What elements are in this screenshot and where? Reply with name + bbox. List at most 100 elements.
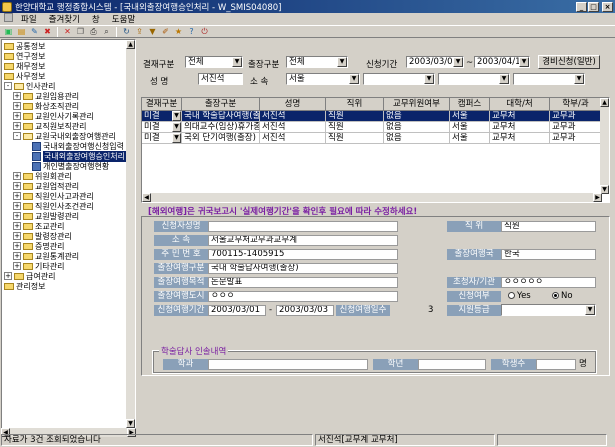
grid-column-header[interactable]: 성명 xyxy=(260,98,326,111)
applicant-field[interactable] xyxy=(208,221,398,232)
trip-category-field[interactable]: 국내 학술답사여행(출장) xyxy=(208,263,398,274)
date-to-input[interactable]: 2003/04/10 ▼ xyxy=(474,56,530,68)
table-row[interactable]: 미결 ▼ 국외 단기여행(출장) 서진석 직원 없음 서울 교무처 교무과 xyxy=(142,133,602,144)
chevron-down-icon[interactable]: ▼ xyxy=(172,111,181,121)
menu-help[interactable]: 도움말 xyxy=(106,13,141,25)
exit-icon[interactable]: ⏻ xyxy=(199,26,210,37)
bookmark-icon[interactable]: ★ xyxy=(173,26,184,37)
tree-vertical-scrollbar[interactable]: ▲ ▼ xyxy=(126,40,135,428)
table-cell[interactable]: 교무처 xyxy=(490,111,550,122)
print-icon[interactable]: ⎙ xyxy=(88,26,99,37)
expand-icon[interactable]: + xyxy=(13,172,21,180)
trip-city-field[interactable]: ㅇㅇㅇ xyxy=(208,291,398,302)
tree-item[interactable]: + 교원통계관리 xyxy=(13,251,79,261)
position-field[interactable]: 직원 xyxy=(501,221,596,232)
table-cell[interactable]: 교무과 xyxy=(550,122,602,133)
tree-item[interactable]: + 위원회관리 xyxy=(13,171,72,181)
support-grade-select[interactable]: ▼ xyxy=(501,304,596,316)
tree-item[interactable]: + 교직원보직관리 xyxy=(13,121,87,131)
search-icon[interactable]: ⌕ xyxy=(101,26,112,37)
tree-item[interactable]: + 교원업적관리 xyxy=(13,181,79,191)
table-cell[interactable]: 국내 학술답사여행(출장) xyxy=(182,111,260,122)
grid-column-header[interactable]: 교무위원여부 xyxy=(384,98,450,111)
calendar-dropdown-icon[interactable]: ▼ xyxy=(519,57,529,67)
table-cell[interactable]: 없음 xyxy=(384,111,450,122)
help-icon[interactable]: ? xyxy=(186,26,197,37)
chevron-down-icon[interactable]: ▼ xyxy=(585,305,595,315)
minimize-button[interactable]: _ xyxy=(576,1,587,12)
radio-selected-icon[interactable] xyxy=(552,292,559,299)
chevron-down-icon[interactable]: ▼ xyxy=(337,57,347,67)
tree-item[interactable]: + 교원발령관리 xyxy=(13,211,79,221)
edit-icon[interactable]: ✐ xyxy=(160,26,171,37)
chevron-down-icon[interactable]: ▼ xyxy=(424,74,434,84)
chevron-down-icon[interactable]: ▼ xyxy=(232,57,242,67)
table-cell[interactable]: 직원 xyxy=(326,122,384,133)
host-field[interactable]: ㅇㅇㅇㅇㅇ xyxy=(501,277,596,288)
chevron-down-icon[interactable]: ▼ xyxy=(499,74,509,84)
pencil-icon[interactable]: ✎ xyxy=(29,26,40,37)
section-select[interactable]: ▼ xyxy=(513,73,585,85)
table-cell[interactable]: 서울 xyxy=(450,133,490,144)
trip-type-select[interactable]: 전체 ▼ xyxy=(286,56,348,68)
menu-favorites[interactable]: 즐겨찾기 xyxy=(43,13,86,25)
expand-icon[interactable]: + xyxy=(13,262,21,270)
department-select[interactable]: ▼ xyxy=(438,73,510,85)
chevron-down-icon[interactable]: ▼ xyxy=(172,122,181,132)
table-cell[interactable]: 서진석 xyxy=(260,111,326,122)
tree-item[interactable]: + 직원인사조건관리 xyxy=(13,201,94,211)
student-count-field[interactable] xyxy=(536,359,576,370)
table-row[interactable]: 미결 ▼의대교수(임상)휴가중 국서진석 직원 없음 서울 교무처 교무과 xyxy=(142,122,602,133)
chevron-down-icon[interactable]: ▼ xyxy=(349,74,359,84)
new-icon[interactable]: ▣ xyxy=(3,26,14,37)
menu-file[interactable]: 파일 xyxy=(15,13,43,25)
table-cell[interactable]: 서울 xyxy=(450,111,490,122)
close-button[interactable]: × xyxy=(602,1,613,12)
collapse-icon[interactable]: - xyxy=(13,132,21,140)
tree-item[interactable]: 연구정보 xyxy=(4,51,45,61)
tree-item[interactable]: + 화상조직관리 xyxy=(13,101,79,111)
calendar-dropdown-icon[interactable]: ▼ xyxy=(453,57,463,67)
table-cell[interactable]: 직원 xyxy=(326,133,384,144)
trip-period-to-field[interactable]: 2003/03/03 xyxy=(276,305,334,316)
table-cell[interactable]: 없음 xyxy=(384,122,450,133)
table-cell[interactable]: 국외 단기여행(출장) xyxy=(182,133,260,144)
dept-select[interactable]: 서울 ▼ xyxy=(286,73,360,85)
tree-item[interactable]: + 직원인사고과관리 xyxy=(13,191,94,201)
tree-item[interactable]: + 증명관리 xyxy=(13,241,64,251)
collapse-icon[interactable]: - xyxy=(4,82,12,90)
approval-select[interactable]: 전체 ▼ xyxy=(185,56,243,68)
tree-item[interactable]: 공통정보 xyxy=(4,41,45,51)
grid-column-header[interactable]: 캠퍼스 xyxy=(450,98,490,111)
expand-icon[interactable]: + xyxy=(13,202,21,210)
resident-id-field[interactable]: 700115-1405915 xyxy=(208,249,398,260)
expand-icon[interactable]: + xyxy=(13,222,21,230)
college-select[interactable]: ▼ xyxy=(363,73,435,85)
scroll-up-icon[interactable]: ▲ xyxy=(126,40,135,49)
table-cell[interactable]: 미결 ▼ xyxy=(142,122,182,133)
table-cell[interactable]: 교무처 xyxy=(490,122,550,133)
grid-column-header[interactable]: 대학/처 xyxy=(490,98,550,111)
chevron-down-icon[interactable]: ▼ xyxy=(172,133,181,143)
table-cell[interactable]: 서울 xyxy=(450,122,490,133)
expense-request-button[interactable]: 경비신청(일반) xyxy=(538,55,600,69)
date-from-input[interactable]: 2003/03/01 ▼ xyxy=(406,56,464,68)
maximize-button[interactable]: □ xyxy=(588,1,599,12)
expand-icon[interactable]: + xyxy=(13,252,21,260)
tree-item[interactable]: 사무정보 xyxy=(4,71,45,81)
table-cell[interactable]: 없음 xyxy=(384,133,450,144)
expand-icon[interactable]: + xyxy=(13,212,21,220)
expand-icon[interactable]: + xyxy=(13,112,21,120)
expand-icon[interactable]: + xyxy=(13,122,21,130)
tree-item[interactable]: 국내외출장여행승인처리 xyxy=(22,150,126,162)
expand-icon[interactable]: + xyxy=(13,192,21,200)
tree-item[interactable]: + 교원인사기록관리 xyxy=(13,111,94,121)
affiliation-field[interactable]: 서울교무처교무과교무계 xyxy=(208,235,398,246)
destination-country-field[interactable]: 한국 xyxy=(501,249,596,260)
tree-item[interactable]: - 인사관리 xyxy=(4,81,55,91)
name-input[interactable]: 서진석 xyxy=(198,73,243,85)
table-cell[interactable]: 교무과 xyxy=(550,111,602,122)
expand-icon[interactable]: + xyxy=(13,232,21,240)
scroll-left-icon[interactable]: ◀ xyxy=(142,193,151,202)
table-cell[interactable]: 교무처 xyxy=(490,133,550,144)
